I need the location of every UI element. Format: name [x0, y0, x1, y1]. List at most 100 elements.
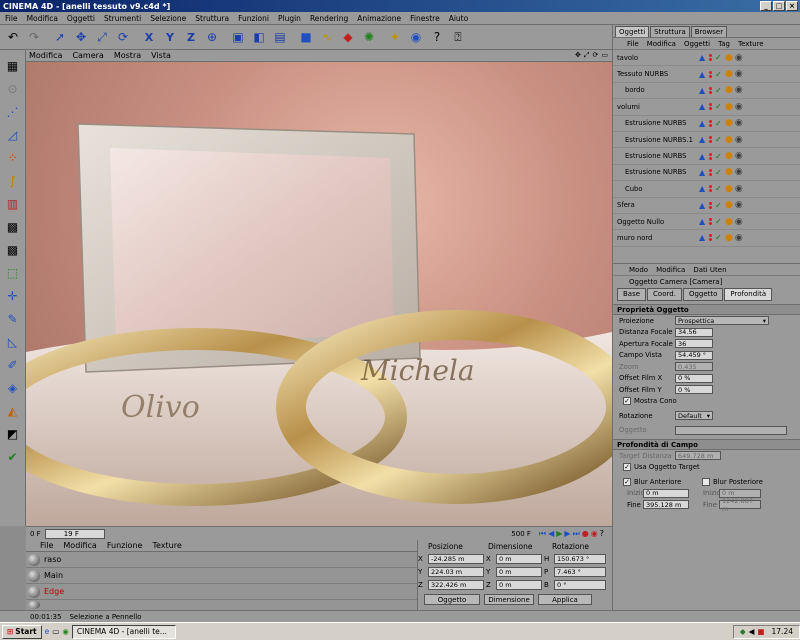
om-menu-texture[interactable]: Texture [738, 40, 764, 48]
offset-x-field[interactable]: 0 % [675, 373, 713, 383]
enabled-check-icon[interactable]: ✓ [715, 135, 725, 144]
vp-menu-modifica[interactable]: Modifica [29, 51, 62, 60]
am-menu-dati-utente[interactable]: Dati Uten [693, 266, 726, 274]
measure-icon[interactable]: ◺ [3, 332, 23, 352]
quicklaunch-media-icon[interactable]: ◉ [62, 627, 69, 636]
vp-menu-vista[interactable]: Vista [151, 51, 171, 60]
om-menu-modifica[interactable]: Modifica [647, 40, 676, 48]
aperture-field[interactable]: 36 [675, 339, 713, 349]
world-axis-icon[interactable]: ⊕ [202, 27, 222, 47]
rotation-dropdown[interactable]: Default ▾ [675, 411, 713, 421]
scale-icon[interactable]: ⤢ [92, 27, 112, 47]
texture-tag-icon[interactable]: ● [725, 118, 733, 128]
vp-menu-camera[interactable]: Camera [72, 51, 103, 60]
enabled-check-icon[interactable]: ✓ [715, 70, 725, 79]
select-arrow-icon[interactable]: ➚ [50, 27, 70, 47]
enabled-check-icon[interactable]: ✓ [715, 152, 725, 161]
size-y-field[interactable]: 0 m [496, 567, 542, 577]
quicklaunch-ie-icon[interactable]: e [45, 627, 50, 636]
tray-security-icon[interactable]: ■ [757, 627, 764, 636]
workplane-icon[interactable]: ⬚ [3, 263, 23, 283]
material-tag-icon[interactable]: ◉ [735, 53, 743, 63]
camera-icon[interactable]: ◉ [406, 27, 426, 47]
om-menu-tag[interactable]: Tag [718, 40, 730, 48]
texture-mode-icon[interactable]: ▤ [270, 27, 290, 47]
menu-animazione[interactable]: Animazione [357, 14, 401, 23]
zoom-icon[interactable]: ⤢ [584, 51, 590, 60]
end-front-field[interactable]: 395.128 m [643, 500, 689, 510]
move-icon[interactable]: ✥ [71, 27, 91, 47]
check-tool-icon[interactable]: ✔ [3, 447, 23, 467]
am-menu-modo[interactable]: Modo [629, 266, 648, 274]
texture-tag-icon[interactable]: ● [725, 233, 733, 243]
cube-primitive-icon[interactable]: ■ [296, 27, 316, 47]
position-y-field[interactable]: 224.03 m [428, 567, 484, 577]
last-frame-icon[interactable]: ⏭ [573, 529, 580, 539]
nurbs-icon[interactable]: ◆ [338, 27, 358, 47]
checker-icon[interactable]: ▩ [3, 217, 23, 237]
play-icon[interactable]: ▶ [556, 529, 562, 539]
redo-icon[interactable]: ↷ [24, 27, 44, 47]
coord-size-dropdown[interactable]: Dimensione [484, 594, 534, 605]
texture-tag-icon[interactable]: ● [725, 200, 733, 210]
material-row[interactable] [26, 600, 417, 610]
rotation-b-field[interactable]: 0 ° [554, 580, 606, 590]
object-row[interactable]: Cubo ▲ ✓ ● ◉ [613, 181, 800, 198]
tray-network-icon[interactable]: ◆ [740, 627, 746, 636]
axis-y-icon[interactable]: Y [160, 27, 180, 47]
texture-tag-icon[interactable]: ● [725, 135, 733, 145]
object-mode-icon[interactable]: ◧ [249, 27, 269, 47]
light-icon[interactable]: ✦ [385, 27, 405, 47]
enabled-check-icon[interactable]: ✓ [715, 53, 725, 62]
tab-struttura[interactable]: Struttura [650, 26, 690, 37]
minimize-icon[interactable]: _ [760, 1, 772, 11]
enabled-check-icon[interactable]: ✓ [715, 119, 725, 128]
menu-funzioni[interactable]: Funzioni [238, 14, 269, 23]
tab-oggetti[interactable]: Oggetti [615, 26, 650, 37]
texture-tag-icon[interactable]: ● [725, 85, 733, 95]
object-row[interactable]: tavolo ▲ ✓ ● ◉ [613, 50, 800, 67]
menu-rendering[interactable]: Rendering [310, 14, 348, 23]
texture-tag-icon[interactable]: ● [725, 102, 733, 112]
enabled-check-icon[interactable]: ✓ [715, 233, 725, 242]
quicklaunch-desktop-icon[interactable]: ▭ [52, 627, 59, 636]
axis-x-icon[interactable]: X [139, 27, 159, 47]
pan-icon[interactable]: ✥ [575, 51, 581, 60]
object-row[interactable]: Estrusione NURBS ▲ ✓ ● ◉ [613, 116, 800, 132]
texture-tag-icon[interactable]: ● [725, 69, 733, 79]
texture-tag-icon[interactable]: ● [725, 167, 733, 177]
keyframe-icon[interactable]: ? [600, 529, 604, 539]
material-tag-icon[interactable]: ◉ [735, 69, 743, 79]
show-cone-checkbox[interactable]: ✓ [623, 397, 631, 406]
material-row[interactable]: raso [26, 552, 417, 568]
eraser-icon[interactable]: ◩ [3, 424, 23, 444]
first-frame-icon[interactable]: ⏮ [539, 529, 546, 539]
menu-plugin[interactable]: Plugin [278, 14, 301, 23]
rotate-icon[interactable]: ⟳ [113, 27, 133, 47]
orbit-icon[interactable]: ⟳ [593, 51, 599, 60]
tab-browser[interactable]: Browser [690, 26, 728, 37]
fov-field[interactable]: 54.459 ° [675, 350, 713, 360]
material-tag-icon[interactable]: ◉ [735, 135, 743, 145]
timeline-bar[interactable]: 0 F 19 F 500 F ⏮ ◀ ▶ ▶ ⏭ ● ◉ ? [26, 526, 612, 540]
object-row[interactable]: volumi ▲ ✓ ● ◉ [613, 99, 800, 116]
apply-button[interactable]: Applica [538, 594, 592, 605]
current-frame-field[interactable]: 19 F [44, 528, 105, 539]
coord-mode-dropdown[interactable]: Oggetto [424, 594, 480, 605]
object-row[interactable]: Oggetto Nullo ▲ ✓ ● ◉ [613, 214, 800, 231]
uv-tool-icon[interactable]: ▥ [3, 194, 23, 214]
record-icon[interactable]: ● [582, 529, 589, 539]
deformer-icon[interactable]: ✺ [359, 27, 379, 47]
points-tool-icon[interactable]: ⋰ [3, 102, 23, 122]
undo-icon[interactable]: ↶ [3, 27, 23, 47]
rotation-h-field[interactable]: 150.673 ° [554, 554, 606, 564]
object-row[interactable]: Tessuto NURBS ▲ ✓ ● ◉ [613, 66, 800, 83]
material-tag-icon[interactable]: ◉ [735, 118, 743, 128]
object-row[interactable]: muro nord ▲ ✓ ● ◉ [613, 230, 800, 247]
position-x-field[interactable]: -24.285 m [428, 554, 484, 564]
texture-tag-icon[interactable]: ● [725, 184, 733, 194]
menu-aiuto[interactable]: Aiuto [449, 14, 469, 23]
menu-oggetti[interactable]: Oggetti [67, 14, 95, 23]
texture-tag-icon[interactable]: ● [725, 53, 733, 63]
polygons-tool-icon[interactable]: ⁘ [3, 148, 23, 168]
